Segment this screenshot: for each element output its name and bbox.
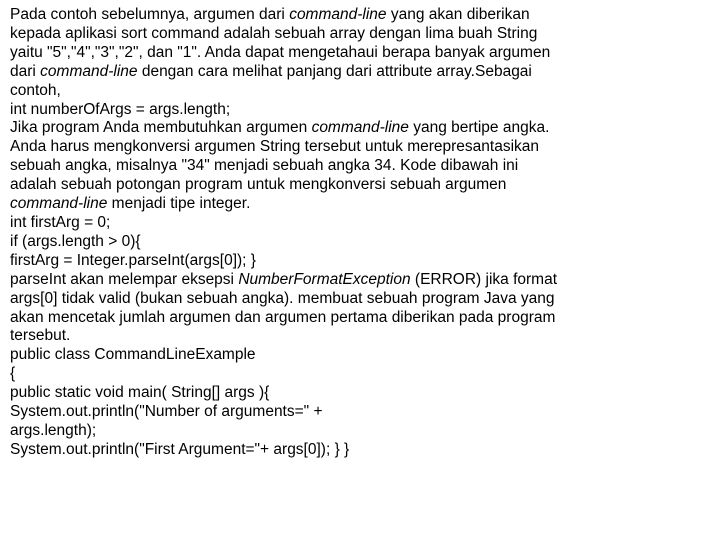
text-line: sebuah angka, misalnya "34" menjadi sebu… [10,157,712,176]
text-line: Anda harus mengkonversi argumen String t… [10,138,712,157]
text: System.out.println("First Argument="+ ar… [10,441,349,458]
text: if (args.length > 0){ [10,233,141,250]
text-line: public static void main( String[] args )… [10,384,712,403]
document-page: Pada contoh sebelumnya, argumen dari com… [0,0,720,468]
text-line: args[0] tidak valid (bukan sebuah angka)… [10,290,712,309]
text: menjadi tipe integer. [107,195,250,212]
text-line: parseInt akan melempar eksepsi NumberFor… [10,271,712,290]
text-line: Pada contoh sebelumnya, argumen dari com… [10,6,712,25]
text: dari [10,63,40,80]
text: (ERROR) jika format [411,271,557,288]
text: Pada contoh sebelumnya, argumen dari [10,6,289,23]
text: args.length); [10,422,96,439]
text-line: tersebut. [10,327,712,346]
text: akan mencetak jumlah argumen dan argumen… [10,309,555,326]
text-line: adalah sebuah potongan program untuk men… [10,176,712,195]
text-line: System.out.println("Number of arguments=… [10,403,712,422]
text-line: yaitu "5","4","3","2", dan "1". Anda dap… [10,44,712,63]
text: { [10,365,15,382]
text: contoh, [10,82,61,99]
italic-text: command-line [312,119,409,136]
text: System.out.println("Number of arguments=… [10,403,323,420]
text-line: dari command-line dengan cara melihat pa… [10,63,712,82]
text: dengan cara melihat panjang dari attribu… [138,63,532,80]
document-body: Pada contoh sebelumnya, argumen dari com… [10,6,712,460]
text-line: args.length); [10,422,712,441]
text: int numberOfArgs = args.length; [10,101,230,118]
text: args[0] tidak valid (bukan sebuah angka)… [10,290,555,307]
italic-text: command-line [289,6,386,23]
text: adalah sebuah potongan program untuk men… [10,176,506,193]
text-line: System.out.println("First Argument="+ ar… [10,441,712,460]
text: firstArg = Integer.parseInt(args[0]); } [10,252,256,269]
text-line: firstArg = Integer.parseInt(args[0]); } [10,252,712,271]
text: yaitu "5","4","3","2", dan "1". Anda dap… [10,44,550,61]
text: kepada aplikasi sort command adalah sebu… [10,25,537,42]
text: yang akan diberikan [387,6,530,23]
text-line: { [10,365,712,384]
text: public class CommandLineExample [10,346,256,363]
text: yang bertipe angka. [409,119,549,136]
text-line: if (args.length > 0){ [10,233,712,252]
text: int firstArg = 0; [10,214,110,231]
text-line: int numberOfArgs = args.length; [10,101,712,120]
text-line: Jika program Anda membutuhkan argumen co… [10,119,712,138]
text: sebuah angka, misalnya "34" menjadi sebu… [10,157,518,174]
text: tersebut. [10,327,70,344]
text: Jika program Anda membutuhkan argumen [10,119,312,136]
text: parseInt akan melempar eksepsi [10,271,238,288]
italic-text: command-line [10,195,107,212]
text-line: akan mencetak jumlah argumen dan argumen… [10,309,712,328]
text-line: public class CommandLineExample [10,346,712,365]
italic-text: NumberFormatException [238,271,410,288]
text-line: command-line menjadi tipe integer. [10,195,712,214]
text: public static void main( String[] args )… [10,384,269,401]
text-line: contoh, [10,82,712,101]
text-line: kepada aplikasi sort command adalah sebu… [10,25,712,44]
text: Anda harus mengkonversi argumen String t… [10,138,539,155]
text-line: int firstArg = 0; [10,214,712,233]
italic-text: command-line [40,63,137,80]
